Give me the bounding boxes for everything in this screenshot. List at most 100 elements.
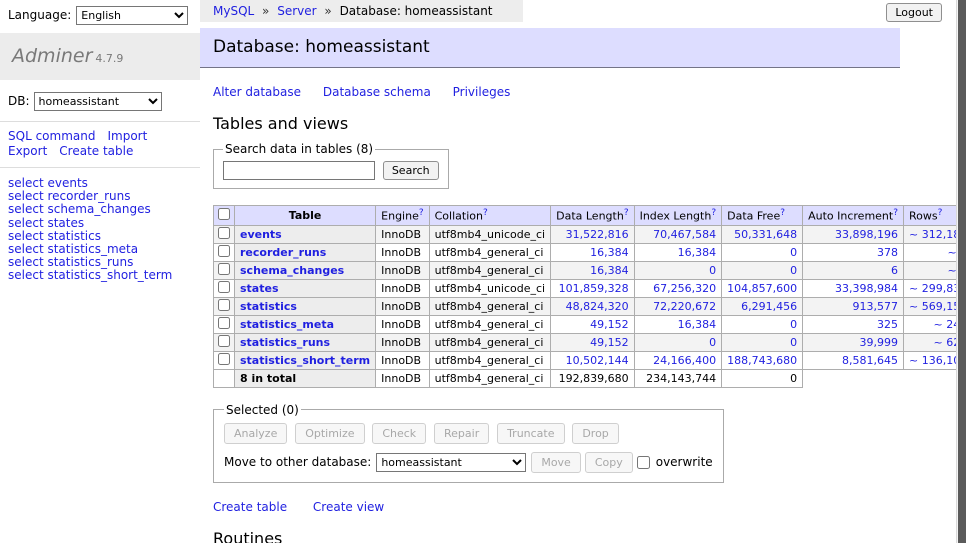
sidebar: Language:English Adminer4.7.9 DB:homeass… [0,0,200,543]
index-length-link[interactable]: 0 [709,264,716,277]
cell-collation: utf8mb4_general_ci [429,243,550,261]
total-void-cell [803,369,966,387]
table-link-statistics-meta[interactable]: statistics_meta [240,318,334,331]
index-length-link[interactable]: 70,467,584 [653,228,716,241]
data-length-link[interactable]: 48,824,320 [566,300,629,313]
row-checkbox[interactable] [218,263,230,275]
cell-collation: utf8mb4_unicode_ci [429,225,550,243]
check-button[interactable]: Check [372,423,426,444]
collation-help-link[interactable]: ? [483,208,488,218]
select-all-checkbox[interactable] [218,208,230,220]
row-checkbox[interactable] [218,353,230,365]
create-table-link-sidebar[interactable]: Create table [59,144,133,158]
cell-auto-increment: 8,581,645 [803,351,904,369]
row-checkbox[interactable] [218,299,230,311]
data-free-link[interactable]: 0 [790,336,797,349]
data-length-link[interactable]: 49,152 [590,336,629,349]
table-link-schema-changes[interactable]: schema_changes [240,264,344,277]
engine-help-link[interactable]: ? [419,208,424,218]
data-length-link[interactable]: 16,384 [590,246,629,259]
row-checkbox[interactable] [218,245,230,257]
create-view-link[interactable]: Create view [313,500,384,514]
export-link[interactable]: Export [8,144,47,158]
index-length-link[interactable]: 16,384 [678,318,717,331]
data-length-help-link[interactable]: ? [624,208,629,218]
data-free-link[interactable]: 50,331,648 [734,228,797,241]
table-link-statistics-short-term[interactable]: statistics_short_term [240,354,370,367]
repair-button[interactable]: Repair [434,423,489,444]
overwrite-checkbox[interactable] [637,456,650,469]
alter-database-link[interactable]: Alter database [213,85,301,99]
data-free-help-link[interactable]: ? [780,208,785,218]
data-free-link[interactable]: 6,291,456 [741,300,797,313]
auto-increment-link[interactable]: 6 [891,264,898,277]
search-input[interactable] [223,161,375,180]
overwrite-label[interactable]: overwrite [656,455,713,469]
index-length-help-link[interactable]: ? [711,208,716,218]
auto-increment-link[interactable]: 8,581,645 [842,354,898,367]
index-length-link[interactable]: 0 [709,336,716,349]
data-length-link[interactable]: 101,859,328 [559,282,629,295]
data-free-link[interactable]: 0 [790,246,797,259]
table-name-cell: events [235,225,376,243]
auto-increment-link[interactable]: 33,898,196 [835,228,898,241]
index-length-link[interactable]: 16,384 [678,246,717,259]
truncate-button[interactable]: Truncate [497,423,564,444]
data-length-link[interactable]: 31,522,816 [566,228,629,241]
table-link-recorder-runs[interactable]: recorder_runs [240,246,326,259]
auto-increment-link[interactable]: 378 [877,246,898,259]
data-length-link[interactable]: 16,384 [590,264,629,277]
index-length-link[interactable]: 24,166,400 [653,354,716,367]
rows-help-link[interactable]: ? [938,208,943,218]
copy-button[interactable]: Copy [585,452,633,473]
cell-index-length: 16,384 [634,243,722,261]
cell-data-free: 50,331,648 [722,225,803,243]
create-table-link[interactable]: Create table [213,500,287,514]
sidebar-item-select-schema-changes[interactable]: select schema_changes [8,203,192,216]
logout-button[interactable]: Logout [886,3,942,22]
row-checkbox[interactable] [218,227,230,239]
auto-increment-link[interactable]: 33,398,984 [835,282,898,295]
db-select[interactable]: homeassistant [34,92,162,111]
privileges-link[interactable]: Privileges [453,85,511,99]
sql-command-link[interactable]: SQL command [8,129,95,143]
data-length-link[interactable]: 49,152 [590,318,629,331]
auto-increment-link[interactable]: 325 [877,318,898,331]
index-length-link[interactable]: 72,220,672 [653,300,716,313]
auto-increment-link[interactable]: 39,999 [860,336,899,349]
cell-data-length: 49,152 [551,315,634,333]
drop-button[interactable]: Drop [572,423,618,444]
auto-increment-link[interactable]: 913,577 [853,300,899,313]
data-length-link[interactable]: 10,502,144 [566,354,629,367]
table-link-events[interactable]: events [240,228,282,241]
table-link-states[interactable]: states [240,282,279,295]
language-select[interactable]: English [76,6,188,25]
row-checkbox[interactable] [218,317,230,329]
breadcrumb-server-link[interactable]: Server [277,4,316,18]
data-free-link[interactable]: 104,857,600 [727,282,797,295]
sidebar-item-select-states[interactable]: select states [8,217,192,230]
scrollbar-track[interactable] [956,0,966,543]
row-checkbox-cell [214,351,235,369]
table-link-statistics[interactable]: statistics [240,300,297,313]
auto-increment-help-link[interactable]: ? [893,208,898,218]
scrollbar-thumb[interactable] [958,0,966,543]
search-button[interactable]: Search [383,161,439,180]
breadcrumb-mysql-link[interactable]: MySQL [213,4,254,18]
sidebar-item-select-statistics-short-term[interactable]: select statistics_short_term [8,269,192,282]
database-schema-link[interactable]: Database schema [323,85,431,99]
row-checkbox[interactable] [218,335,230,347]
data-free-link[interactable]: 188,743,680 [727,354,797,367]
import-link[interactable]: Import [107,129,147,143]
data-free-link[interactable]: 0 [790,318,797,331]
index-length-link[interactable]: 67,256,320 [653,282,716,295]
analyze-button[interactable]: Analyze [224,423,287,444]
data-free-link[interactable]: 0 [790,264,797,277]
total-empty-cell [214,369,235,387]
move-button[interactable]: Move [531,452,581,473]
cell-data-length: 31,522,816 [551,225,634,243]
table-link-statistics-runs[interactable]: statistics_runs [240,336,330,349]
row-checkbox[interactable] [218,281,230,293]
move-db-select[interactable]: homeassistant [376,453,526,472]
optimize-button[interactable]: Optimize [295,423,364,444]
